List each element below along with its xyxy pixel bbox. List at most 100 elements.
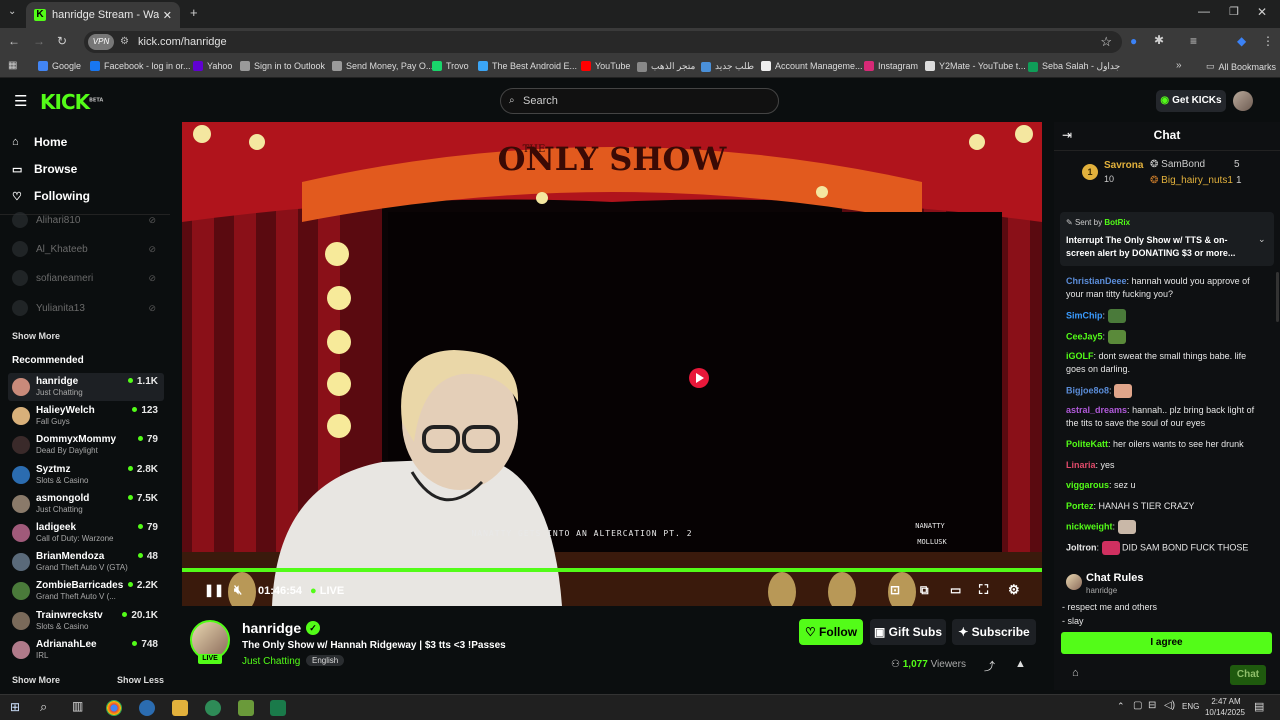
recommended-channel[interactable]: AdrianahLee IRL 748 <box>8 636 164 664</box>
browser-tab[interactable]: K hanridge Stream - Watch Live o ✕ <box>26 2 180 28</box>
chat-username[interactable]: iGOLF <box>1066 351 1094 361</box>
chrome-taskbar-icon[interactable] <box>106 700 122 716</box>
recommended-channel[interactable]: DommyxMommy Dead By Daylight 79 <box>8 431 164 459</box>
bookmark-item[interactable]: Y2Mate - YouTube t... <box>925 61 1026 71</box>
store-icon[interactable] <box>270 700 286 716</box>
get-kicks-button[interactable]: ◉ Get KICKs <box>1156 90 1226 112</box>
leader-name-3[interactable]: ❂ Big_hairy_nuts1 <box>1150 175 1233 186</box>
chat-username[interactable]: astral_dreams <box>1066 405 1127 415</box>
followed-channel[interactable]: sofianeameri ⊘ <box>12 268 162 288</box>
nav-home[interactable]: ⌂ Home <box>12 135 67 149</box>
chevron-down-icon[interactable]: ⌄ <box>1258 234 1266 245</box>
mute-button[interactable]: 🔇︎ <box>234 582 242 598</box>
recommended-channel[interactable]: asmongold Just Chatting 7.5K <box>8 490 164 518</box>
bookmark-item[interactable]: Facebook - log in or... <box>90 61 191 71</box>
show-less-button[interactable]: Show Less <box>117 675 164 685</box>
chat-username[interactable]: CeeJay5 <box>1066 331 1103 341</box>
edge-taskbar-icon[interactable] <box>139 700 155 716</box>
new-tab-icon[interactable]: + <box>190 5 198 20</box>
bookmark-item[interactable]: Account Manageme... <box>761 61 863 71</box>
follow-button[interactable]: ♡ Follow <box>799 619 863 645</box>
nvidia-icon[interactable] <box>238 700 254 716</box>
clock-time[interactable]: 2:47 AM <box>1206 697 1246 706</box>
chat-username[interactable]: SimChip <box>1066 310 1103 320</box>
address-bar[interactable]: VPN ⚙ kick.com/hanridge ☆ <box>84 31 1122 53</box>
menu-dots-icon[interactable]: ⋮ <box>1262 34 1274 48</box>
bookmark-item[interactable]: Trovo <box>432 61 469 71</box>
pip-button[interactable]: ⧉ <box>920 583 929 598</box>
user-avatar[interactable] <box>1233 91 1253 111</box>
recommended-channel[interactable]: HalieyWelch Fall Guys 123 <box>8 402 164 430</box>
file-explorer-icon[interactable] <box>172 700 188 716</box>
chat-username[interactable]: ChristianDeee <box>1066 276 1127 286</box>
bookmark-item[interactable]: Instagram <box>864 61 918 71</box>
chat-username[interactable]: PoliteKatt <box>1066 439 1108 449</box>
bookmark-item[interactable]: Send Money, Pay O... <box>332 61 433 71</box>
nav-browse[interactable]: ▭ Browse <box>12 162 77 176</box>
followed-channel[interactable]: Yulianita13 ⊘ <box>12 298 162 318</box>
store-icon[interactable]: ⌂ <box>1072 667 1079 679</box>
apps-grid-icon[interactable]: ▦ <box>8 60 17 71</box>
vpn-badge[interactable]: VPN <box>88 34 114 50</box>
recommended-channel[interactable]: BrianMendoza Grand Theft Auto V (GTA) 48 <box>8 548 164 576</box>
pause-button[interactable]: ❚❚ <box>204 583 224 597</box>
followed-channel[interactable]: Al_Khateeb ⊘ <box>12 239 162 259</box>
shield-icon[interactable]: ◆ <box>1237 34 1246 48</box>
restore-icon[interactable]: ❐ <box>1229 5 1239 18</box>
all-bookmarks[interactable]: ▭ All Bookmarks <box>1206 61 1276 72</box>
bookmark-item[interactable]: Google <box>38 61 81 71</box>
windows-start-icon[interactable]: ⊞ <box>10 700 20 714</box>
chat-username[interactable]: Joltron <box>1066 542 1097 552</box>
bookmark-item[interactable]: طلب جديد <box>701 61 754 72</box>
fullscreen-button[interactable]: ⛶ <box>979 582 988 598</box>
theater-button[interactable]: ▭ <box>950 583 961 597</box>
channel-name[interactable]: hanridge <box>242 620 301 636</box>
chat-username[interactable]: Bigjoe8o8 <box>1066 385 1109 395</box>
chat-username[interactable]: Linaria <box>1066 460 1096 470</box>
tab-close-icon[interactable]: ✕ <box>163 9 172 22</box>
chat-scrollbar[interactable] <box>1276 272 1279 322</box>
agree-button[interactable]: I agree <box>1061 632 1272 654</box>
language-indicator[interactable]: ENG <box>1182 702 1199 711</box>
share-icon[interactable]: ⤴ <box>984 658 995 674</box>
more-bookmarks-icon[interactable]: » <box>1176 60 1182 71</box>
video-player[interactable]: ONLY SHOW THE NANATTY GETS INTO AN ALTER… <box>182 122 1042 606</box>
bookmark-item[interactable]: متجر الذهب <box>637 61 695 72</box>
recommended-channel[interactable]: ladigeek Call of Duty: Warzone 79 <box>8 519 164 547</box>
volume-icon[interactable]: ◁) <box>1164 700 1175 711</box>
extension-icon[interactable]: ● <box>1130 34 1137 48</box>
chat-username[interactable]: viggarous <box>1066 480 1109 490</box>
kick-logo[interactable]: KICKBETA <box>40 90 103 114</box>
chat-username[interactable]: nickweight <box>1066 521 1113 531</box>
search-icon[interactable]: ⌕ <box>40 699 47 715</box>
bookmark-star-icon[interactable]: ☆ <box>1100 31 1112 53</box>
gift-subs-button[interactable]: ▣ Gift Subs <box>870 619 946 645</box>
bookmark-item[interactable]: Sign in to Outlook <box>240 61 325 71</box>
search-input[interactable]: ⌕ Search <box>500 88 779 114</box>
recommended-channel[interactable]: hanridge Just Chatting 1.1K <box>8 373 164 401</box>
xbox-icon[interactable] <box>205 700 221 716</box>
bookmark-item[interactable]: YouTube <box>581 61 630 71</box>
recommended-channel[interactable]: ZombieBarricades Grand Theft Auto V (... 2… <box>8 577 164 605</box>
clock-date[interactable]: 10/14/2025 <box>1202 708 1248 717</box>
notifications-icon[interactable]: ▤ <box>1254 700 1264 713</box>
close-window-icon[interactable]: ✕ <box>1257 5 1267 19</box>
tray-app-icon[interactable]: ▢ <box>1133 700 1142 711</box>
media-icon[interactable]: ≡ <box>1190 34 1197 48</box>
bookmark-item[interactable]: Seba Salah - جداول <box>1028 61 1120 72</box>
minimize-icon[interactable]: — <box>1198 4 1210 18</box>
tab-search-icon[interactable]: ⌄ <box>8 6 16 17</box>
pinned-message[interactable]: ✎ Sent by BotRix Interrupt The Only Show… <box>1060 212 1274 266</box>
reload-icon[interactable]: ↻ <box>57 34 67 48</box>
report-icon[interactable]: ▲ <box>1015 658 1026 670</box>
puzzle-icon[interactable]: ✱ <box>1154 33 1164 47</box>
leader-name-1[interactable]: Savrona <box>1104 160 1143 171</box>
chat-username[interactable]: Portez <box>1066 501 1094 511</box>
send-chat-button[interactable]: Chat <box>1230 665 1266 685</box>
forward-icon[interactable]: → <box>33 34 45 48</box>
show-more-following-button[interactable]: Show More <box>12 331 60 341</box>
show-more-button[interactable]: Show More <box>12 675 60 685</box>
settings-gear-icon[interactable]: ⚙ <box>1008 582 1020 598</box>
task-view-icon[interactable]: ▥ <box>72 699 83 713</box>
network-icon[interactable]: ⊟ <box>1148 700 1156 711</box>
